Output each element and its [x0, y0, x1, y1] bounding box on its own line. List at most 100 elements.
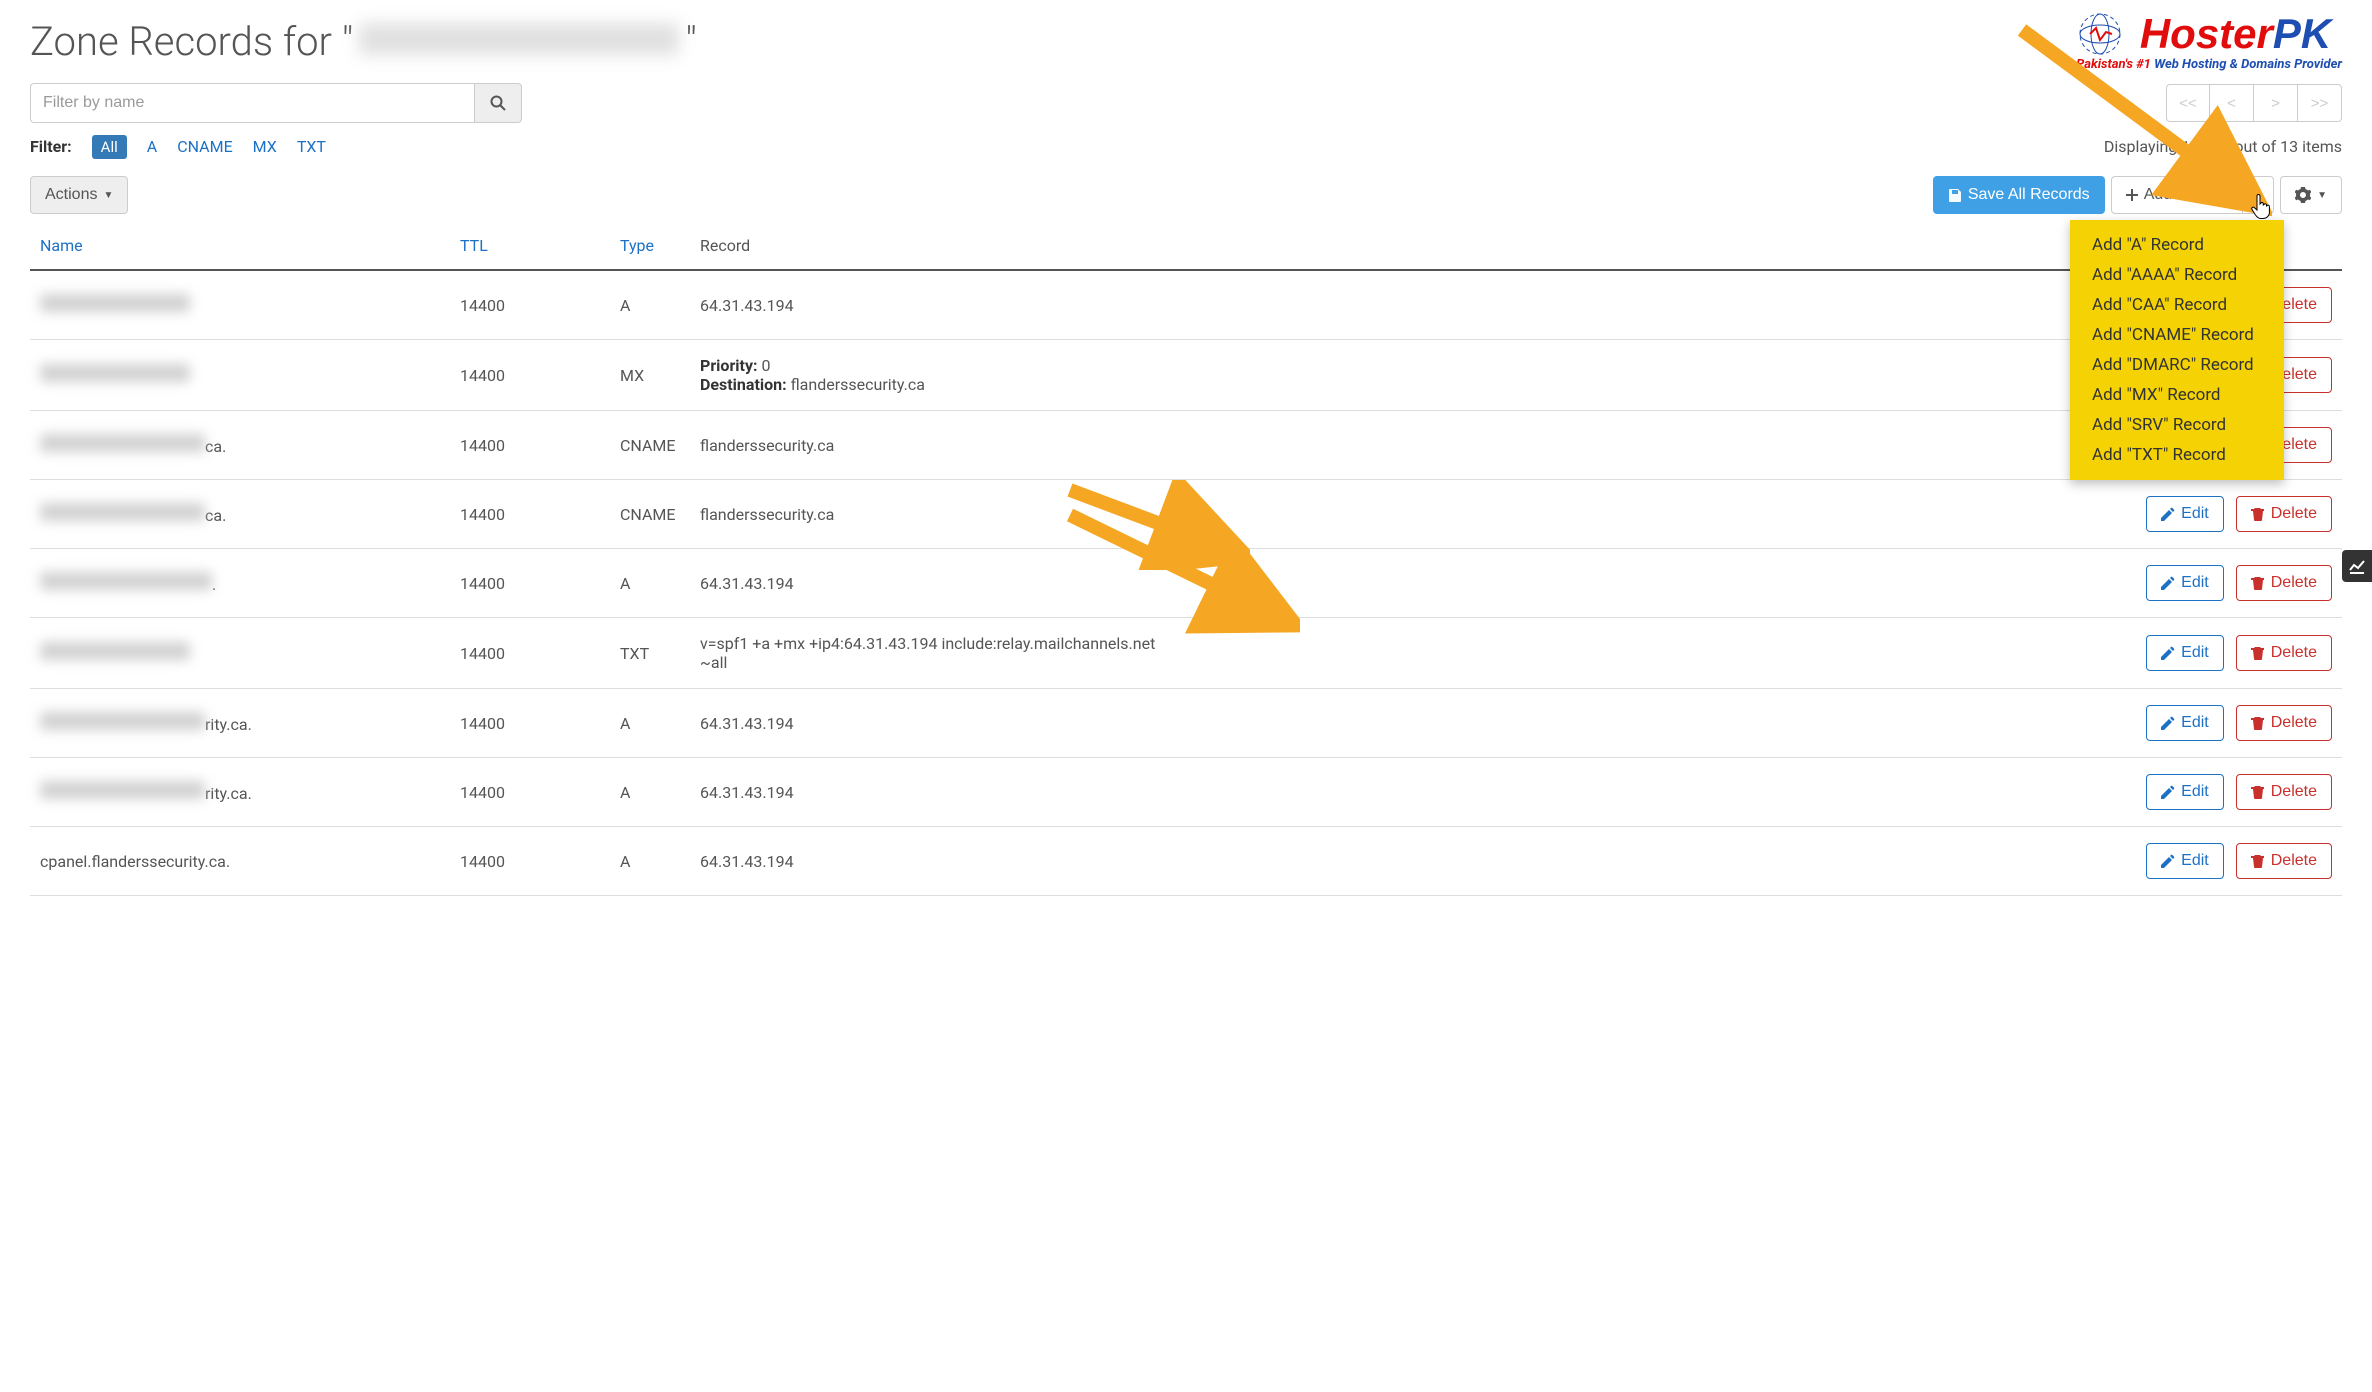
delete-button[interactable]: Delete: [2236, 635, 2332, 671]
cell-name: [30, 270, 450, 340]
redacted-name: [40, 503, 205, 521]
filter-txt[interactable]: TXT: [297, 137, 326, 156]
page-title: Zone Records for " ": [30, 18, 697, 65]
add-record-button[interactable]: Add Record: [2111, 176, 2243, 214]
pager-last[interactable]: >>: [2298, 84, 2342, 122]
logo: HosterPK Pakistan's #1 Web Hosting & Dom…: [2076, 10, 2342, 71]
search-button[interactable]: [474, 83, 522, 123]
cell-name: [30, 340, 450, 411]
save-icon: [1948, 188, 1962, 202]
cell-ttl: 14400: [450, 758, 610, 827]
col-header-name[interactable]: Name: [30, 222, 450, 270]
dropdown-item[interactable]: Add "DMARC" Record: [2070, 350, 2284, 380]
cell-ttl: 14400: [450, 549, 610, 618]
actions-dropdown-button[interactable]: Actions ▼: [30, 176, 128, 214]
filter-mx[interactable]: MX: [253, 137, 277, 156]
cell-type: A: [610, 549, 690, 618]
filter-all[interactable]: All: [92, 135, 127, 159]
redacted-name: [40, 712, 205, 730]
dropdown-item[interactable]: Add "CAA" Record: [2070, 290, 2284, 320]
col-header-type[interactable]: Type: [610, 222, 690, 270]
edit-button[interactable]: Edit: [2146, 843, 2224, 879]
dropdown-item[interactable]: Add "MX" Record: [2070, 380, 2284, 410]
table-row: 14400MXPriority: 0Destination: flanderss…: [30, 340, 2342, 411]
edit-button[interactable]: Edit: [2146, 774, 2224, 810]
cell-record: 64.31.43.194: [690, 270, 2136, 340]
cell-record: 64.31.43.194: [690, 689, 2136, 758]
cell-type: CNAME: [610, 411, 690, 480]
cell-record: 64.31.43.194: [690, 758, 2136, 827]
dropdown-item[interactable]: Add "CNAME" Record: [2070, 320, 2284, 350]
cell-type: CNAME: [610, 480, 690, 549]
table-row: .14400A64.31.43.194EditDelete: [30, 549, 2342, 618]
cell-type: A: [610, 270, 690, 340]
dropdown-item[interactable]: Add "TXT" Record: [2070, 440, 2284, 470]
cell-name: [30, 618, 450, 689]
cell-actions: Edit Delete: [2136, 827, 2342, 896]
filter-label: Filter:: [30, 137, 72, 156]
cell-type: A: [610, 758, 690, 827]
pager-prev[interactable]: <: [2210, 84, 2254, 122]
cell-record: 64.31.43.194: [690, 827, 2136, 896]
col-header-ttl[interactable]: TTL: [450, 222, 610, 270]
filter-cname[interactable]: CNAME: [177, 137, 232, 156]
redacted-domain: [359, 23, 679, 55]
delete-button[interactable]: Delete: [2236, 496, 2332, 532]
cell-name: rity.ca.: [30, 689, 450, 758]
cell-actions: Edit Delete: [2136, 480, 2342, 549]
cell-type: A: [610, 827, 690, 896]
filter-input[interactable]: [30, 83, 474, 123]
add-record-caret-button[interactable]: ▼: [2242, 176, 2274, 214]
caret-down-icon: ▼: [2253, 190, 2263, 201]
cell-name: ca.: [30, 411, 450, 480]
delete-button[interactable]: Delete: [2236, 843, 2332, 879]
dropdown-item[interactable]: Add "SRV" Record: [2070, 410, 2284, 440]
cell-name: rity.ca.: [30, 758, 450, 827]
cell-ttl: 14400: [450, 270, 610, 340]
trash-icon: [2251, 854, 2265, 868]
edit-button[interactable]: Edit: [2146, 705, 2224, 741]
table-row: 14400TXTv=spf1 +a +mx +ip4:64.31.43.194 …: [30, 618, 2342, 689]
logo-tagline-2: Web Hosting & Domains Provider: [2154, 57, 2342, 72]
edit-button[interactable]: Edit: [2146, 496, 2224, 532]
cell-ttl: 14400: [450, 411, 610, 480]
save-all-button[interactable]: Save All Records: [1933, 176, 2105, 214]
caret-down-icon: ▼: [2317, 190, 2327, 201]
pager-next[interactable]: >: [2254, 84, 2298, 122]
delete-button[interactable]: Delete: [2236, 705, 2332, 741]
cell-ttl: 14400: [450, 618, 610, 689]
redacted-name: [40, 572, 212, 590]
trash-icon: [2251, 785, 2265, 799]
filter-a[interactable]: A: [147, 137, 157, 156]
logo-word-2: PK: [2273, 10, 2331, 57]
edit-button[interactable]: Edit: [2146, 635, 2224, 671]
table-row: cpanel.flanderssecurity.ca.14400A64.31.4…: [30, 827, 2342, 896]
pager-first[interactable]: <<: [2166, 84, 2210, 122]
cell-record: Priority: 0Destination: flanderssecurity…: [690, 340, 2136, 411]
cell-actions: Edit Delete: [2136, 549, 2342, 618]
table-row: ca.14400CNAMEflanderssecurity.caEditDele…: [30, 411, 2342, 480]
dropdown-item[interactable]: Add "A" Record: [2070, 230, 2284, 260]
trash-icon: [2251, 507, 2265, 521]
cell-ttl: 14400: [450, 340, 610, 411]
gear-icon: [2295, 187, 2311, 203]
edit-button[interactable]: Edit: [2146, 565, 2224, 601]
stats-tab[interactable]: [2342, 550, 2372, 582]
title-prefix: Zone Records for ": [30, 18, 353, 65]
pager: << < > >>: [2166, 84, 2342, 122]
plus-icon: [2126, 189, 2138, 201]
logo-word-1: Hoster: [2140, 10, 2273, 57]
cell-ttl: 14400: [450, 480, 610, 549]
settings-button[interactable]: ▼: [2280, 176, 2342, 214]
pencil-icon: [2161, 854, 2175, 868]
pencil-icon: [2161, 646, 2175, 660]
pencil-icon: [2161, 576, 2175, 590]
delete-button[interactable]: Delete: [2236, 774, 2332, 810]
delete-button[interactable]: Delete: [2236, 565, 2332, 601]
col-header-record: Record: [690, 222, 2136, 270]
pencil-icon: [2161, 785, 2175, 799]
dropdown-item[interactable]: Add "AAAA" Record: [2070, 260, 2284, 290]
add-record-dropdown: Add "A" RecordAdd "AAAA" RecordAdd "CAA"…: [2070, 220, 2284, 480]
trash-icon: [2251, 576, 2265, 590]
redacted-name: [40, 642, 190, 660]
